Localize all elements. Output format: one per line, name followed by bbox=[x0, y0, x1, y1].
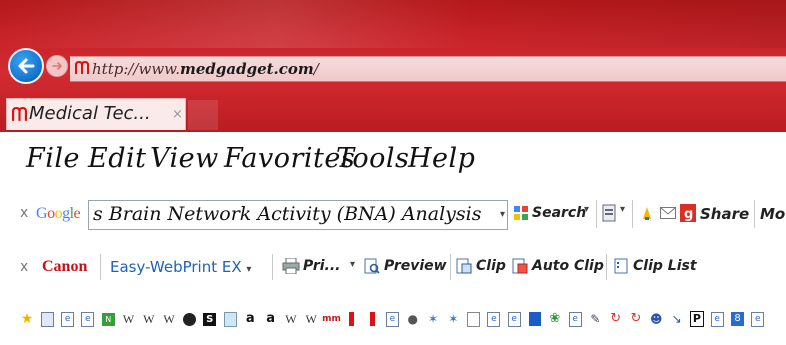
separator bbox=[606, 254, 607, 280]
tab-close-icon[interactable]: × bbox=[172, 107, 183, 122]
ie-favorite-icon[interactable]: e bbox=[487, 311, 501, 327]
bio-favorite-icon[interactable]: ✶ bbox=[446, 312, 460, 326]
ie-favorite-icon[interactable]: e bbox=[81, 311, 95, 327]
bars-favorite-icon[interactable] bbox=[345, 312, 359, 326]
arrow-favorite-icon[interactable]: ↘ bbox=[670, 312, 684, 326]
bars-favorite-icon[interactable] bbox=[365, 312, 379, 326]
clip-button[interactable]: Clip bbox=[476, 258, 506, 274]
share-icon[interactable]: g bbox=[680, 204, 696, 222]
doc-favorite-icon[interactable] bbox=[223, 311, 237, 327]
mm-favorite-icon[interactable]: mm bbox=[322, 312, 341, 326]
separator bbox=[100, 254, 101, 280]
back-button[interactable] bbox=[8, 48, 44, 84]
highlight-icon[interactable] bbox=[640, 205, 654, 221]
new-tab-button[interactable] bbox=[188, 100, 218, 130]
ms-favorite-icon[interactable]: N bbox=[101, 312, 115, 326]
redo-favorite-icon[interactable]: ↻ bbox=[629, 312, 643, 326]
preview-button[interactable]: Preview bbox=[384, 258, 447, 274]
ie-favorite-icon[interactable]: e bbox=[710, 311, 724, 327]
ie-favorite-icon[interactable]: e bbox=[751, 311, 765, 327]
ie-favorite-icon[interactable]: e bbox=[568, 311, 582, 327]
google-search-icon[interactable] bbox=[513, 205, 529, 221]
ie-favorite-icon[interactable]: e bbox=[385, 311, 399, 327]
8-favorite-icon[interactable]: 8 bbox=[731, 312, 745, 326]
dark-favorite-icon[interactable] bbox=[182, 312, 196, 326]
back-arrow-icon bbox=[18, 58, 35, 74]
separator bbox=[754, 200, 755, 228]
chevron-down-icon[interactable]: ▾ bbox=[500, 209, 505, 220]
more-button[interactable]: Mo bbox=[760, 205, 785, 223]
amazon-favorite-icon[interactable]: a bbox=[264, 312, 278, 326]
favorites-bar: ★ e e N W W W Sa a W Wmm e ● ✶ ✶ e e ❀ e ✎ ↻ ↻ ☻ ↘ Pe 8 e bbox=[0, 292, 786, 345]
clip-icon[interactable] bbox=[456, 258, 472, 274]
share-button[interactable]: Share bbox=[700, 205, 749, 223]
redo-favorite-icon[interactable]: ↻ bbox=[609, 312, 623, 326]
separator bbox=[596, 200, 597, 228]
menu-view[interactable]: View bbox=[150, 143, 219, 174]
canon-logo: Canon bbox=[42, 258, 88, 275]
clip-list-button[interactable]: Clip List bbox=[633, 258, 697, 274]
chevron-down-icon[interactable]: ▾ bbox=[350, 259, 355, 270]
menu-help[interactable]: Help bbox=[408, 143, 475, 174]
auto-clip-icon[interactable] bbox=[512, 258, 528, 274]
page-favorite-icon[interactable] bbox=[40, 311, 54, 327]
chevron-down-icon[interactable]: ▾ bbox=[620, 204, 625, 215]
leaf-favorite-icon[interactable]: ❀ bbox=[548, 312, 562, 326]
print-button[interactable]: Pri... bbox=[303, 258, 341, 274]
forward-arrow-icon bbox=[52, 62, 63, 70]
google-toolbar: x Google s Brain Network Activity (BNA) … bbox=[0, 188, 786, 240]
easy-webprint-menu[interactable]: Easy-WebPrint EX ▾ bbox=[110, 258, 251, 276]
w-favorite-icon[interactable]: W bbox=[162, 312, 176, 326]
chevron-down-icon[interactable]: ▾ bbox=[584, 204, 589, 215]
forward-button[interactable] bbox=[46, 55, 68, 77]
address-url[interactable]: http://www.medgadget.com/ bbox=[92, 60, 319, 78]
w-favorite-icon[interactable]: W bbox=[284, 312, 298, 326]
auto-clip-button[interactable]: Auto Clip bbox=[532, 258, 604, 274]
clip-list-icon[interactable] bbox=[614, 258, 628, 274]
s-favorite-icon[interactable]: S bbox=[203, 312, 217, 326]
google-toolbar-close-icon[interactable]: x bbox=[20, 205, 28, 221]
menu-tools[interactable]: Tools bbox=[336, 143, 409, 174]
svg-text:g: g bbox=[684, 207, 693, 222]
ie-favorite-icon[interactable]: e bbox=[61, 311, 75, 327]
google-search-button[interactable]: Search bbox=[532, 205, 586, 221]
printer-icon[interactable] bbox=[282, 258, 300, 274]
book-favorite-icon[interactable] bbox=[467, 311, 481, 327]
site-favicon-icon bbox=[11, 105, 27, 123]
star-favorite-icon[interactable]: ★ bbox=[20, 312, 34, 326]
bio-favorite-icon[interactable]: ✶ bbox=[426, 312, 440, 326]
google-search-value: s Brain Network Activity (BNA) Analysis bbox=[93, 203, 482, 225]
canon-toolbar-close-icon[interactable]: x bbox=[20, 259, 28, 275]
menu-bar: File Edit View Favorites Tools Help bbox=[0, 132, 786, 188]
w-favorite-icon[interactable]: W bbox=[304, 312, 318, 326]
menu-edit[interactable]: Edit bbox=[88, 143, 146, 174]
w-favorite-icon[interactable]: W bbox=[142, 312, 156, 326]
people-favorite-icon[interactable]: ☻ bbox=[649, 312, 663, 326]
w-favorite-icon[interactable]: W bbox=[122, 312, 136, 326]
page-options-icon[interactable] bbox=[601, 203, 617, 223]
google-logo[interactable]: Google bbox=[36, 205, 81, 223]
bookmark-favorite-icon[interactable] bbox=[528, 312, 542, 326]
amazon-favorite-icon[interactable]: a bbox=[243, 312, 257, 326]
separator bbox=[450, 254, 451, 280]
apple-favorite-icon[interactable]: ● bbox=[406, 312, 420, 326]
preview-icon[interactable] bbox=[364, 258, 380, 274]
ie-favorite-icon[interactable]: e bbox=[507, 311, 521, 327]
canon-toolbar: x Canon Easy-WebPrint EX ▾ Pri... ▾ Prev… bbox=[0, 240, 786, 292]
separator bbox=[272, 254, 273, 280]
tab-medical-tec[interactable]: Medical Tec... × bbox=[6, 98, 186, 130]
email-icon[interactable] bbox=[660, 206, 676, 220]
address-bar[interactable]: http://www.medgadget.com/ bbox=[70, 56, 786, 82]
menu-file[interactable]: File bbox=[26, 143, 80, 174]
tab-title: Medical Tec... bbox=[29, 103, 151, 124]
separator bbox=[632, 200, 633, 228]
google-search-input[interactable]: s Brain Network Activity (BNA) Analysis … bbox=[88, 200, 508, 230]
pen-favorite-icon[interactable]: ✎ bbox=[588, 312, 602, 326]
site-favicon-icon bbox=[74, 59, 90, 77]
p-favorite-icon[interactable]: P bbox=[689, 311, 704, 327]
